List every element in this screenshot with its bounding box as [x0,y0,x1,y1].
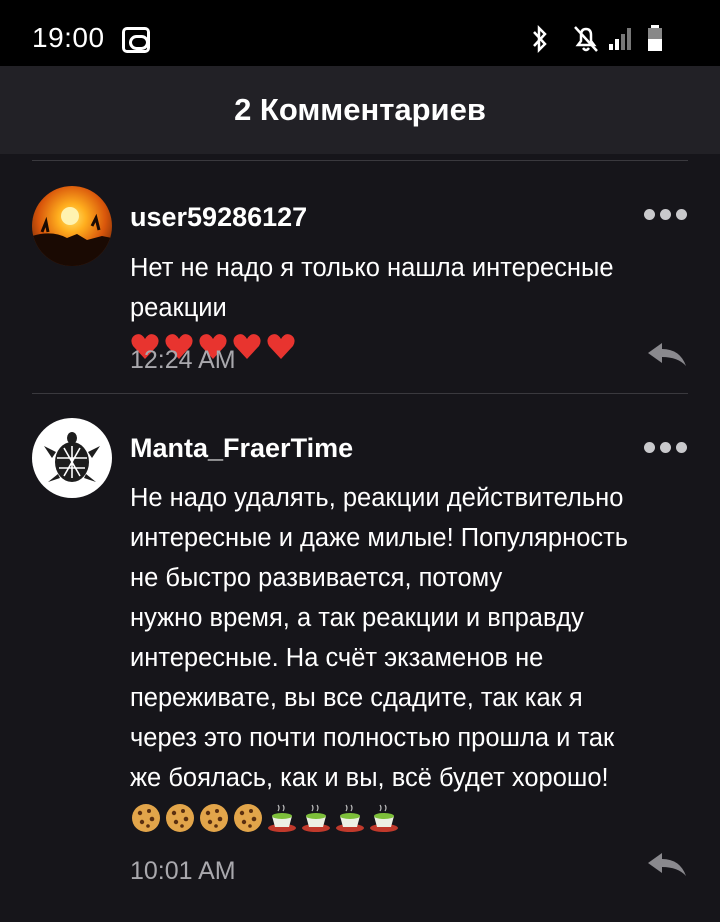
avatar[interactable] [32,186,112,266]
comment-text-line: не быстро развивается, потому [130,564,503,592]
tea-emoji-icon [302,804,330,832]
tea-emoji-icon [336,804,364,832]
comment-text-line: переживате, вы все сдадите, так как я [130,684,583,712]
comment-username[interactable]: user59286127 [130,202,307,233]
heart-emoji-icon [267,334,295,359]
divider [32,393,688,394]
comments-title: 2 Комментариев [234,92,486,127]
cookie-emoji-icon [200,804,228,832]
reply-icon[interactable] [644,340,688,370]
comment-text: Не надо удалять, реакции действительно и… [130,478,710,834]
signal-icon [609,28,631,50]
comment-text-line: же боялась, как и вы, всё будет хорошо! [130,764,609,792]
comment-text-line: интересные и даже милые! Популярность [130,524,629,552]
more-options-icon[interactable] [644,439,688,455]
comment-text-line: нужно время, а так реакции и вправду [130,604,584,632]
emoji-row [130,802,710,834]
cookie-emoji-icon [166,804,194,832]
comment-text: Нет не надо я только нашла интересные ре… [130,248,700,362]
reply-icon[interactable] [644,850,688,880]
muted-bell-icon [574,26,598,52]
avatar[interactable] [32,418,112,498]
heart-emoji-icon [233,334,261,359]
comment-text-line: через это почти полностью прошла и так [130,724,615,752]
tea-emoji-icon [370,804,398,832]
battery-icon [648,25,662,51]
comment-timestamp: 12:24 AM [130,346,236,374]
divider [32,160,688,161]
comment-item: Manta_FraerTime Не надо удалять, реакции… [0,395,720,915]
status-time: 19:00 [32,22,105,53]
comment-item: user59286127 Нет не надо я только нашла … [0,162,720,392]
more-options-icon[interactable] [644,206,688,222]
comment-timestamp: 10:01 AM [130,857,236,885]
bluetooth-icon [533,24,547,54]
comment-text-line: интересные. На счёт экзаменов не [130,644,544,672]
comment-text-line: Не надо удалять, реакции действительно [130,484,624,512]
tea-emoji-icon [268,804,296,832]
app-notification-icon [122,27,150,53]
status-bar: 19:00 [0,0,720,66]
comment-username[interactable]: Manta_FraerTime [130,433,353,464]
comment-text-body: Нет не надо я только нашла интересные ре… [130,254,614,322]
cookie-emoji-icon [132,804,160,832]
cookie-emoji-icon [234,804,262,832]
comments-header: 2 Комментариев [0,66,720,154]
